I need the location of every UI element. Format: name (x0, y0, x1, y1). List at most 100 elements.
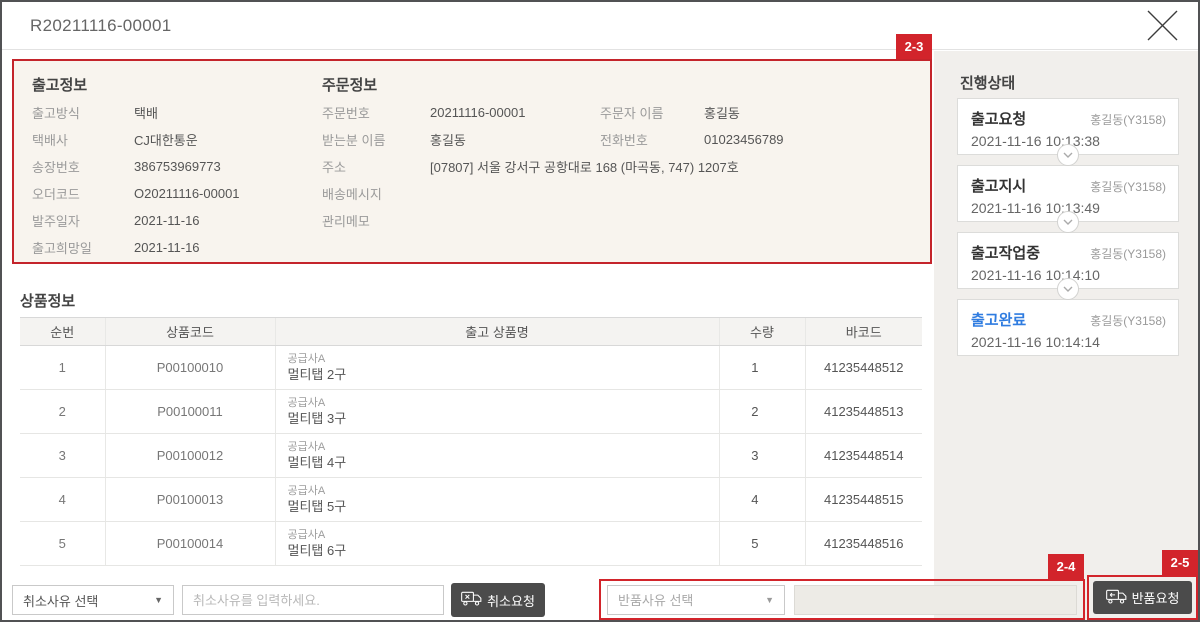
return-button-region: 반품요청 (1087, 575, 1198, 620)
cancel-reason-select-value: 취소사유 선택 (23, 593, 99, 609)
supplier-label: 공급사A (287, 353, 326, 365)
chevron-down-icon (1057, 278, 1079, 300)
cell-name: 공급사A 멀티탭 3구 (274, 389, 719, 434)
cell-name: 공급사A 멀티탭 6구 (274, 521, 719, 566)
step-status: 출고완료 (971, 312, 1027, 329)
cell-name: 공급사A 멀티탭 4구 (274, 433, 719, 478)
field-value: 2021-11-16 (134, 213, 200, 228)
field-label: 출고희망일 (32, 241, 92, 256)
column-header-name: 출고 상품명 (274, 317, 719, 346)
step-status: 출고요청 (971, 111, 1027, 128)
return-reason-select-value: 반품사유 선택 (618, 593, 694, 608)
progress-sidebar: 진행상태 출고요청 홍길동(Y3158) 2021-11-16 10:13:38 … (934, 51, 1198, 620)
annotation-badge-2-3: 2-3 (896, 34, 932, 59)
cell-name: 공급사A 멀티탭 2구 (274, 345, 719, 390)
cell-qty: 4 (718, 477, 805, 522)
supplier-label: 공급사A (287, 441, 326, 453)
cell-no: 5 (20, 521, 105, 566)
titlebar: R20211116-00001 (2, 2, 1198, 50)
progress-title: 진행상태 (960, 75, 1016, 92)
field-value: 홍길동 (704, 106, 740, 121)
cell-qty: 3 (718, 433, 805, 478)
cell-barcode: 41235448513 (804, 389, 922, 434)
return-request-button-label: 반품요청 (1131, 591, 1180, 606)
field-value: 2021-11-16 (134, 240, 200, 255)
progress-step-working: 출고작업중 홍길동(Y3158) 2021-11-16 10:14:10 (957, 232, 1179, 300)
product-name: 멀티탭 5구 (287, 499, 347, 514)
cell-barcode: 41235448516 (804, 521, 922, 566)
cancel-reason-select[interactable]: 취소사유 선택 ▼ (12, 585, 174, 615)
field-value: CJ대한통운 (134, 133, 198, 148)
progress-cards: 출고요청 홍길동(Y3158) 2021-11-16 10:13:38 출고지시 홍… (957, 98, 1179, 366)
chevron-down-icon (1057, 211, 1079, 233)
annotation-badge-2-5: 2-5 (1162, 550, 1198, 575)
product-name: 멀티탭 3구 (287, 411, 347, 426)
cell-barcode: 41235448512 (804, 345, 922, 390)
product-name: 멀티탭 6구 (287, 543, 347, 558)
step-user: 홍길동(Y3158) (1090, 113, 1166, 127)
step-user: 홍길동(Y3158) (1090, 180, 1166, 194)
cell-no: 1 (20, 345, 105, 390)
shipping-info-title: 출고정보 (32, 77, 88, 94)
close-button[interactable] (1138, 6, 1186, 48)
step-timestamp: 2021-11-16 10:14:14 (971, 334, 1100, 350)
order-detail-modal: R20211116-00001 2-3 2-4 2-5 출고정보 출고방식 택배 … (0, 0, 1200, 622)
field-label: 전화번호 (600, 133, 648, 148)
cancel-request-button[interactable]: 취소요청 (451, 583, 545, 617)
chevron-down-icon (1057, 144, 1079, 166)
field-value: 01023456789 (704, 132, 784, 147)
field-label: 택배사 (32, 133, 68, 148)
truck-cancel-icon (461, 591, 482, 609)
field-label: 배송메시지 (322, 187, 382, 202)
step-user: 홍길동(Y3158) (1090, 247, 1166, 261)
supplier-label: 공급사A (287, 529, 326, 541)
page-title: R20211116-00001 (30, 16, 172, 35)
supplier-label: 공급사A (287, 397, 326, 409)
cancel-request-button-label: 취소요청 (487, 593, 535, 609)
table-row: 4 P00100013 공급사A 멀티탭 5구 4 41235448515 (20, 477, 922, 522)
step-status: 출고지시 (971, 178, 1027, 195)
field-value: 386753969773 (134, 159, 221, 174)
cell-no: 2 (20, 389, 105, 434)
cancel-reason-input[interactable] (182, 585, 444, 615)
shipping-order-info-box: 출고정보 출고방식 택배 택배사 CJ대한통운 송장번호 386753969773 오… (12, 59, 932, 264)
cell-code: P00100014 (104, 521, 275, 566)
field-label: 발주일자 (32, 214, 80, 229)
cell-no: 3 (20, 433, 105, 478)
select-arrow-icon: ▼ (154, 595, 163, 605)
field-value: 택배 (134, 106, 158, 121)
field-label: 송장번호 (32, 160, 80, 175)
products-section-title: 상품정보 (20, 293, 76, 310)
return-reason-select[interactable]: 반품사유 선택 ▼ (607, 584, 785, 615)
cell-name: 공급사A 멀티탭 5구 (274, 477, 719, 522)
column-header-code: 상품코드 (104, 317, 275, 346)
column-header-qty: 수량 (718, 317, 805, 346)
field-label: 주문자 이름 (600, 106, 664, 121)
cell-code: P00100010 (104, 345, 275, 390)
progress-step-instruction: 출고지시 홍길동(Y3158) 2021-11-16 10:13:49 (957, 165, 1179, 233)
close-icon (1140, 10, 1184, 48)
cell-code: P00100011 (104, 389, 275, 434)
field-value: 홍길동 (430, 133, 466, 148)
column-header-barcode: 바코드 (804, 317, 922, 346)
cell-code: P00100013 (104, 477, 275, 522)
field-label: 출고방식 (32, 106, 80, 121)
product-name: 멀티탭 4구 (287, 455, 347, 470)
order-info-section: 주문정보 주문번호 20211116-00001 주문자 이름 홍길동 받는분 이름… (322, 72, 922, 234)
return-request-button[interactable]: 반품요청 (1093, 581, 1192, 614)
products-table: 순번 상품코드 출고 상품명 수량 바코드 1 P00100010 공급사A 멀티… (20, 317, 922, 566)
field-label: 주문번호 (322, 106, 370, 121)
field-label: 주소 (322, 160, 346, 175)
shipping-info-section: 출고정보 출고방식 택배 택배사 CJ대한통운 송장번호 386753969773 오… (32, 72, 317, 261)
cell-qty: 5 (718, 521, 805, 566)
progress-step-complete: 출고완료 홍길동(Y3158) 2021-11-16 10:14:14 (957, 299, 1179, 356)
cell-barcode: 41235448515 (804, 477, 922, 522)
return-reason-input[interactable] (794, 584, 1077, 615)
field-label: 관리메모 (322, 214, 370, 229)
truck-return-icon (1105, 589, 1127, 607)
cell-no: 4 (20, 477, 105, 522)
cell-code: P00100012 (104, 433, 275, 478)
product-name: 멀티탭 2구 (287, 367, 347, 382)
cell-barcode: 41235448514 (804, 433, 922, 478)
step-status: 출고작업중 (971, 245, 1041, 262)
